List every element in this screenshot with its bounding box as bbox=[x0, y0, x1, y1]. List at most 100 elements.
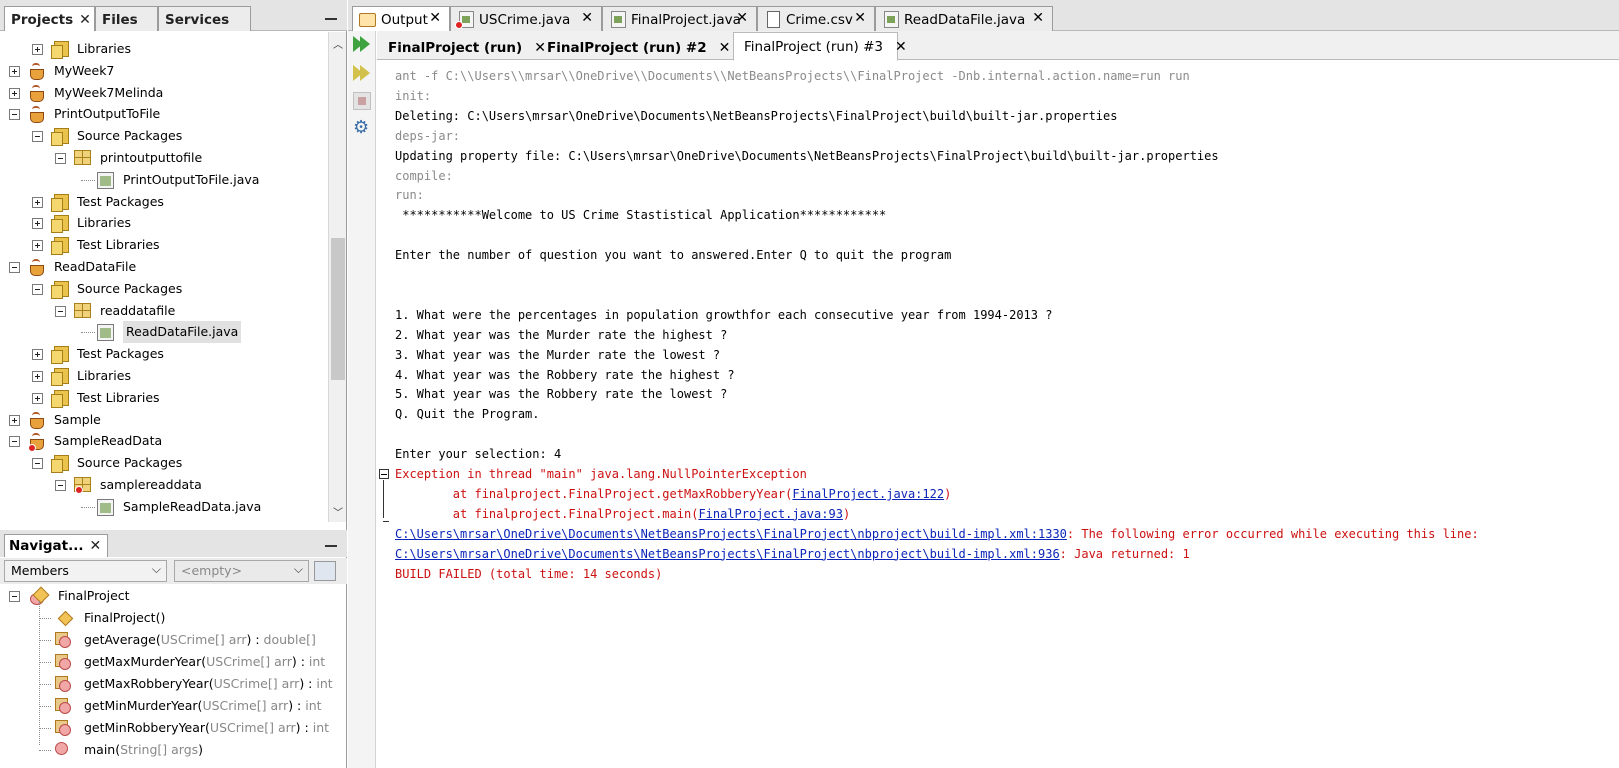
close-icon[interactable]: ✕ bbox=[1032, 10, 1044, 26]
tree-item[interactable]: readdatafile bbox=[0, 300, 328, 322]
output-console[interactable]: ant -f C:\\Users\\mrsar\\OneDrive\\Docum… bbox=[377, 61, 1619, 768]
navigator-member[interactable]: getMaxMurderYear(USCrime[] arr) : int bbox=[0, 651, 346, 673]
expand-icon[interactable] bbox=[9, 65, 20, 77]
run-tab[interactable]: FinalProject (run) #3 ✕ bbox=[733, 32, 907, 61]
tab-navigator[interactable]: Navigat... ✕ bbox=[4, 534, 109, 557]
navigator-member[interactable]: main(String[] args) bbox=[0, 739, 346, 761]
tab-projects[interactable]: Projects ✕ bbox=[4, 6, 95, 31]
expand-icon[interactable] bbox=[9, 87, 20, 99]
tree-item[interactable]: samplereaddata bbox=[0, 474, 328, 496]
close-icon[interactable]: ✕ bbox=[429, 10, 441, 26]
scroll-up-icon[interactable]: ︿ bbox=[333, 36, 343, 51]
stop-icon[interactable] bbox=[353, 92, 371, 110]
expand-icon[interactable] bbox=[32, 240, 43, 252]
collapse-icon[interactable] bbox=[32, 283, 43, 295]
tree-item[interactable]: Sample bbox=[0, 409, 328, 431]
expand-icon[interactable] bbox=[32, 218, 43, 230]
collapse-icon[interactable] bbox=[32, 458, 43, 470]
tree-connector bbox=[39, 750, 51, 751]
tree-item-label: Test Packages bbox=[77, 193, 164, 209]
editor-tab[interactable]: Output ✕ bbox=[352, 6, 450, 32]
collapse-icon[interactable] bbox=[55, 480, 66, 491]
close-icon[interactable]: ✕ bbox=[79, 12, 91, 28]
member-name: main( bbox=[84, 742, 121, 757]
close-icon[interactable]: ✕ bbox=[736, 10, 748, 26]
close-icon[interactable]: ✕ bbox=[895, 39, 907, 55]
tree-item[interactable]: ReadDataFile.java bbox=[0, 321, 328, 344]
close-icon[interactable]: ✕ bbox=[581, 10, 593, 26]
scroll-down-icon[interactable]: ﹀ bbox=[333, 504, 343, 519]
run-tab-label: FinalProject (run) #2 bbox=[547, 40, 707, 56]
fold-toggle-icon[interactable] bbox=[379, 469, 389, 479]
context-select[interactable]: <empty> ⌵ bbox=[174, 560, 309, 582]
close-icon[interactable]: ✕ bbox=[854, 10, 866, 26]
source-link[interactable]: FinalProject.java:93 bbox=[698, 507, 843, 521]
editor-tab[interactable]: USCrime.java ✕ bbox=[450, 6, 602, 31]
tab-services[interactable]: Services bbox=[158, 6, 251, 31]
tree-item[interactable]: SampleReadData.java bbox=[0, 496, 328, 518]
minimize-icon[interactable] bbox=[325, 18, 337, 20]
close-icon[interactable]: ✕ bbox=[719, 40, 731, 56]
collapse-icon[interactable] bbox=[32, 131, 43, 143]
expand-icon[interactable] bbox=[32, 371, 43, 382]
tree-item[interactable]: MyWeek7 bbox=[0, 60, 328, 82]
tree-item[interactable]: MyWeek7Melinda bbox=[0, 82, 328, 104]
tree-item-label: samplereaddata bbox=[100, 477, 202, 492]
collapse-icon[interactable] bbox=[55, 305, 66, 317]
editor-tab[interactable]: FinalProject.java ✕ bbox=[602, 6, 757, 31]
navigator-member[interactable]: getAverage(USCrime[] arr) : double[] bbox=[0, 629, 346, 651]
navigator-member[interactable]: getMaxRobberyYear(USCrime[] arr) : int bbox=[0, 673, 346, 695]
collapse-icon[interactable] bbox=[9, 262, 20, 273]
tree-item[interactable]: Libraries bbox=[0, 38, 328, 60]
expand-icon[interactable] bbox=[32, 196, 43, 208]
tree-item[interactable]: Source Packages bbox=[0, 452, 328, 475]
tree-item[interactable]: printoutputtofile bbox=[0, 147, 328, 169]
close-icon[interactable]: ✕ bbox=[89, 538, 101, 554]
editor-tab[interactable]: Crime.csv ✕ bbox=[757, 6, 875, 31]
tree-item[interactable]: Source Packages bbox=[0, 125, 328, 147]
tree-item[interactable]: Libraries bbox=[0, 365, 328, 387]
tree-item[interactable]: Test Libraries bbox=[0, 387, 328, 409]
tree-item[interactable]: PrintOutputToFile.java bbox=[0, 169, 328, 191]
tree-item[interactable]: Libraries bbox=[0, 212, 328, 234]
tab-files[interactable]: Files bbox=[95, 6, 158, 31]
expand-icon[interactable] bbox=[32, 392, 43, 404]
member-close: ) : bbox=[288, 698, 306, 713]
expand-icon[interactable] bbox=[32, 44, 43, 55]
source-link[interactable]: FinalProject.java:122 bbox=[792, 487, 944, 501]
tree-item[interactable]: Test Packages bbox=[0, 343, 328, 365]
build-file-link[interactable]: C:\Users\mrsar\OneDrive\Documents\NetBea… bbox=[395, 547, 1060, 561]
editor-tab[interactable]: ReadDataFile.java ✕ bbox=[875, 6, 1053, 31]
collapse-icon[interactable] bbox=[9, 436, 20, 448]
collapse-icon[interactable] bbox=[9, 591, 20, 602]
collapse-icon[interactable] bbox=[55, 153, 66, 164]
run-tab[interactable]: FinalProject (run) ✕ bbox=[377, 33, 546, 60]
member-name: getMinRobberyYear( bbox=[84, 720, 210, 735]
tree-item[interactable]: Test Libraries bbox=[0, 234, 328, 256]
navigator-tree[interactable]: FinalProject FinalProject() getAverage(USC… bbox=[0, 585, 346, 768]
build-file-link[interactable]: C:\Users\mrsar\OneDrive\Documents\NetBea… bbox=[395, 527, 1067, 541]
inheritance-view-icon[interactable] bbox=[314, 561, 336, 581]
members-filter-select[interactable]: Members ⌵ bbox=[4, 560, 167, 582]
ant-settings-icon[interactable] bbox=[353, 117, 371, 138]
expand-icon[interactable] bbox=[32, 349, 43, 361]
collapse-icon[interactable] bbox=[9, 109, 20, 121]
java-file-icon bbox=[609, 11, 626, 28]
stack-suffix: ) bbox=[944, 486, 952, 501]
rerun-icon[interactable] bbox=[353, 35, 371, 53]
rerun-with-params-icon[interactable] bbox=[353, 64, 371, 82]
navigator-member[interactable]: FinalProject() bbox=[0, 607, 346, 629]
tree-item[interactable]: Source Packages bbox=[0, 278, 328, 300]
scroll-thumb[interactable] bbox=[331, 238, 345, 380]
tree-item[interactable]: ReadDataFile bbox=[0, 256, 328, 278]
minimize-icon[interactable] bbox=[325, 545, 337, 547]
tree-item[interactable]: SampleReadData bbox=[0, 430, 328, 453]
run-tab[interactable]: FinalProject (run) #2 ✕ bbox=[536, 33, 730, 60]
navigator-member[interactable]: getMinRobberyYear(USCrime[] arr) : int bbox=[0, 717, 346, 739]
tree-item[interactable]: PrintOutputToFile bbox=[0, 103, 328, 125]
tree-item[interactable]: Test Packages bbox=[0, 191, 328, 213]
navigator-member[interactable]: getMinMurderYear(USCrime[] arr) : int bbox=[0, 695, 346, 717]
expand-icon[interactable] bbox=[9, 414, 20, 426]
projects-scrollbar[interactable]: ︿ ﹀ bbox=[328, 32, 346, 522]
project-tree[interactable]: Libraries MyWeek7 MyWeek7Melinda PrintOutpu… bbox=[0, 32, 328, 522]
